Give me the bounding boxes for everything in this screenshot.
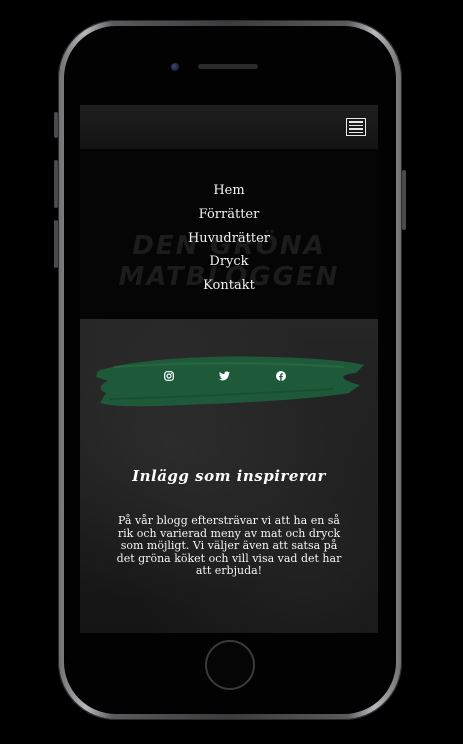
section-title: Inlägg som inspirerar — [132, 467, 326, 485]
nav-item-huvudratter[interactable]: Huvudrätter — [80, 227, 378, 251]
twitter-icon[interactable] — [217, 369, 231, 383]
main-nav: Hem Förrätter Huvudrätter Dryck Kontakt — [80, 179, 378, 298]
home-button — [205, 640, 255, 690]
stage: Den gröna matbloggen Hem Förrätter Huvud… — [0, 0, 463, 744]
facebook-icon[interactable] — [274, 369, 288, 383]
mute-switch — [54, 112, 58, 138]
hero-section: Den gröna matbloggen Hem Förrätter Huvud… — [80, 149, 378, 319]
front-camera — [171, 63, 179, 71]
power-button — [402, 170, 406, 230]
nav-item-dryck[interactable]: Dryck — [80, 250, 378, 274]
hamburger-menu-icon[interactable] — [346, 118, 366, 136]
earpiece-speaker — [198, 64, 258, 69]
instagram-icon[interactable] — [162, 369, 176, 383]
chalkboard-section: Inlägg som inspirerar På vår blogg efter… — [80, 319, 378, 633]
phone-screen: Den gröna matbloggen Hem Förrätter Huvud… — [80, 105, 378, 633]
nav-item-kontakt[interactable]: Kontakt — [80, 274, 378, 298]
nav-item-forratter[interactable]: Förrätter — [80, 203, 378, 227]
volume-down-button — [54, 220, 58, 268]
volume-up-button — [54, 160, 58, 208]
top-bar — [80, 105, 378, 149]
nav-item-hem[interactable]: Hem — [80, 179, 378, 203]
section-text: På vår blogg eftersträvar vi att ha en s… — [116, 514, 342, 578]
